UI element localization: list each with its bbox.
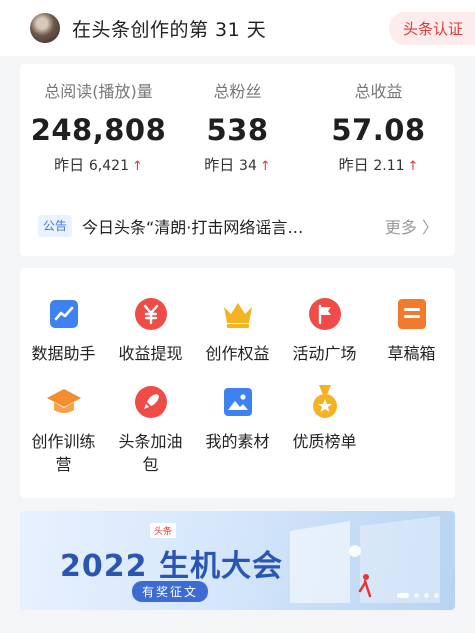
banner-title: 2022 生机大会	[60, 549, 283, 584]
tool-label: 创作权益	[205, 344, 270, 363]
image-icon	[223, 388, 252, 416]
stat-label: 总阅读(播放)量	[44, 82, 153, 101]
crown-icon	[223, 303, 252, 328]
yen-icon	[134, 298, 167, 330]
tool-label: 优质榜单	[292, 432, 357, 451]
flag-icon	[308, 298, 341, 330]
delta-prefix: 昨日	[338, 156, 369, 174]
tool-label: 我的素材	[205, 432, 270, 451]
tool-drafts[interactable]: 草稿箱	[368, 296, 455, 365]
delta-prefix: 昨日	[204, 156, 235, 174]
tool-label: 草稿箱	[387, 344, 436, 363]
stat-total-earnings[interactable]: 总收益 57.08 昨日 2.11 ↑	[306, 80, 451, 176]
stat-value: 248,808	[30, 113, 167, 147]
tool-creator-training-camp[interactable]: 创作训练 营	[20, 384, 107, 476]
carousel-indicator[interactable]	[397, 593, 439, 598]
tool-label: 头条加油 包	[118, 432, 183, 474]
stat-label: 总粉丝	[213, 82, 262, 101]
chart-icon	[49, 300, 78, 328]
delta-prefix: 昨日	[54, 156, 85, 174]
banner-logo: 头条	[150, 523, 177, 538]
draft-icon	[397, 299, 426, 329]
tool-label: 活动广场	[292, 344, 357, 363]
certification-button[interactable]: 头条认证	[388, 12, 475, 45]
avatar[interactable]	[30, 13, 60, 43]
delta-value: 6,421	[88, 158, 129, 174]
delta-value: 34	[239, 158, 257, 174]
rocket-icon	[134, 386, 167, 418]
tool-my-materials[interactable]: 我的素材	[194, 384, 281, 453]
carousel-dot[interactable]	[434, 593, 439, 598]
tool-label: 数据助手	[31, 344, 96, 363]
banner-subtitle: 有奖征文	[132, 581, 209, 602]
tool-quality-ranking[interactable]: 优质榜单	[281, 384, 368, 453]
announcement-tag: 公告	[38, 215, 73, 237]
creation-days-title: 在头条创作的第 31 天	[72, 18, 267, 41]
tool-headline-boost-pack[interactable]: 头条加油 包	[107, 384, 194, 476]
tool-activity-plaza[interactable]: 活动广场	[281, 296, 368, 365]
stat-delta: 昨日 2.11 ↑	[306, 154, 451, 176]
tool-data-assistant[interactable]: 数据助手	[20, 296, 107, 365]
announcement-text: 今日头条“清朗·打击网络谣言…	[82, 218, 304, 237]
more-link[interactable]: 更多 〉	[385, 214, 438, 238]
carousel-dot[interactable]	[414, 593, 419, 598]
stat-label: 总收益	[354, 82, 403, 101]
stat-value: 57.08	[331, 113, 426, 147]
stat-total-reads[interactable]: 总阅读(播放)量 248,808 昨日 6,421 ↑	[26, 80, 171, 176]
stat-value: 538	[206, 113, 269, 147]
announcement-bar[interactable]: 公告 今日头条“清朗·打击网络谣言… 更多 〉	[38, 212, 438, 240]
promo-banner[interactable]: 头条 2022 生机大会 有奖征文	[20, 511, 455, 610]
up-arrow-icon: ↑	[407, 159, 419, 174]
carousel-dot[interactable]	[424, 593, 429, 598]
carousel-dot[interactable]	[397, 593, 409, 598]
tool-withdraw-earnings[interactable]: 收益提现	[107, 296, 194, 365]
graduation-cap-icon	[46, 389, 81, 413]
up-arrow-icon: ↑	[259, 159, 271, 174]
up-arrow-icon: ↑	[131, 159, 143, 174]
tool-label: 创作训练 营	[31, 432, 96, 474]
medal-icon	[312, 385, 337, 418]
stat-delta: 昨日 34 ↑	[165, 154, 310, 176]
tool-creator-benefits[interactable]: 创作权益	[194, 296, 281, 365]
delta-value: 2.11	[373, 158, 405, 174]
stats-card: 总阅读(播放)量 248,808 昨日 6,421 ↑ 总粉丝 538 昨日 34…	[20, 64, 455, 256]
profile-header: 在头条创作的第 31 天 头条认证	[0, 0, 475, 56]
stat-total-fans[interactable]: 总粉丝 538 昨日 34 ↑	[165, 80, 310, 176]
stat-delta: 昨日 6,421 ↑	[26, 154, 171, 176]
creator-tools-grid: 数据助手 收益提现 创作权益 活动广场 草稿箱 创作训练 营 头条加油 包 我的…	[20, 268, 455, 498]
tool-label: 收益提现	[118, 344, 183, 363]
